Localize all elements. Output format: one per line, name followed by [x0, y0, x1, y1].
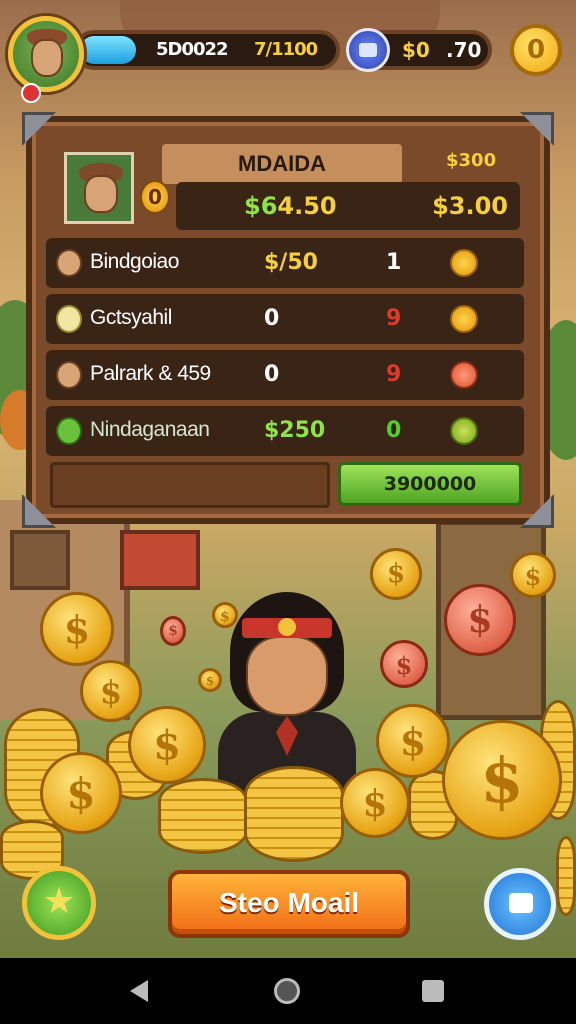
board-top-prefix: $ [446, 150, 459, 171]
home-icon[interactable] [274, 978, 300, 1004]
coin-icon [128, 706, 206, 784]
coin-icon [376, 704, 450, 778]
level-coin-icon: 0 [140, 180, 170, 214]
coin-icon [370, 548, 422, 600]
board-top-value: $300 [446, 150, 496, 171]
board-corner [520, 112, 554, 146]
row-count: 1 [386, 250, 402, 275]
row-count: 9 [386, 306, 402, 331]
star-icon: ★ [42, 881, 76, 922]
background-window [10, 530, 70, 590]
main-action-button[interactable]: Steo Moail [168, 870, 410, 938]
chat-button[interactable] [484, 868, 556, 940]
list-item[interactable]: Bindgoiao $/50 1 [46, 238, 524, 288]
coin-icon [80, 660, 142, 722]
background-sign [120, 530, 200, 590]
coin-icon [40, 592, 114, 666]
row-count: 9 [386, 362, 402, 387]
gem-value: $0 [402, 38, 430, 62]
coin-icon [40, 752, 122, 834]
list-item[interactable]: Nindaganaan $250 0 [46, 406, 524, 456]
coin-icon [444, 584, 516, 656]
list-item[interactable]: Palrark & 459 0 9 [46, 350, 524, 400]
board-corner [22, 112, 56, 146]
board-title: MDAIDA [162, 144, 402, 184]
stats-list: Bindgoiao $/50 1 Gctsyahil 0 9 Palrark &… [46, 238, 524, 462]
xp-value-a: 5D0022 [156, 39, 229, 60]
row-name: Bindgoiao [90, 250, 179, 273]
summary-right-value: $3.00 [432, 192, 508, 220]
coin-icon [340, 768, 410, 838]
character-portrait[interactable] [64, 152, 134, 224]
villager-icon [56, 249, 82, 277]
row-amount: $/50 [264, 250, 318, 275]
coin-stack [244, 766, 344, 862]
star-button[interactable]: ★ [22, 866, 96, 940]
row-amount: 0 [264, 362, 280, 387]
coin-icon [450, 249, 478, 277]
gem-value-b: .70 [446, 38, 482, 62]
earnings-board: 0 MDAIDA $300 $64.50 $3.00 Bindgoiao $/5… [22, 112, 554, 528]
android-nav-bar [0, 958, 576, 1024]
notification-badge [21, 83, 41, 103]
summary-left-number: 4.50 [277, 192, 337, 220]
coin-icon [450, 417, 478, 445]
coin-stack [556, 836, 576, 916]
egg-icon [56, 305, 82, 333]
villager-icon [56, 361, 82, 389]
gem-counter[interactable]: $0 .70 [346, 28, 492, 72]
xp-value-b: 7/1100 [254, 39, 318, 60]
summary-right-number: $3.00 [432, 192, 508, 220]
headband-gem-icon [278, 618, 296, 636]
avatar-face [31, 39, 63, 77]
hero-face [246, 636, 328, 716]
coin-icon [450, 305, 478, 333]
summary-left-value: $64.50 [244, 192, 337, 220]
leaf-icon [56, 417, 82, 445]
player-avatar[interactable] [8, 16, 84, 103]
board-corner [520, 494, 554, 528]
list-item[interactable]: Gctsyahil 0 9 [46, 294, 524, 344]
collect-button[interactable]: 3900000 [338, 462, 522, 506]
back-icon[interactable] [130, 980, 148, 1002]
board-footer-bar [50, 462, 330, 508]
summary-left-prefix: $6 [244, 192, 278, 220]
coin-shop-button[interactable]: 0 [510, 24, 562, 76]
row-amount: $250 [264, 418, 326, 443]
game-scene: 5D0022 7/1100 $0 .70 0 0 MDAIDA $300 $64… [0, 0, 576, 958]
row-name: Gctsyahil [90, 306, 172, 329]
board-top-number: 300 [458, 150, 497, 171]
row-amount: 0 [264, 306, 280, 331]
row-name: Nindaganaan [90, 418, 210, 441]
summary-row: $64.50 $3.00 [176, 182, 520, 230]
coin-stack [158, 778, 248, 854]
xp-bar-fill [80, 36, 136, 64]
coin-icon [442, 720, 562, 840]
row-count: 0 [386, 418, 402, 443]
gem-icon [346, 28, 390, 72]
coin-icon [160, 616, 186, 646]
top-hud: 5D0022 7/1100 $0 .70 0 [0, 0, 576, 110]
recent-apps-icon[interactable] [422, 980, 444, 1002]
coin-icon [380, 640, 428, 688]
xp-bar: 5D0022 7/1100 [74, 30, 340, 70]
coin-icon [510, 552, 556, 598]
row-name: Palrark & 459 [90, 362, 211, 385]
coin-icon [450, 361, 478, 389]
portrait-face [84, 175, 118, 213]
